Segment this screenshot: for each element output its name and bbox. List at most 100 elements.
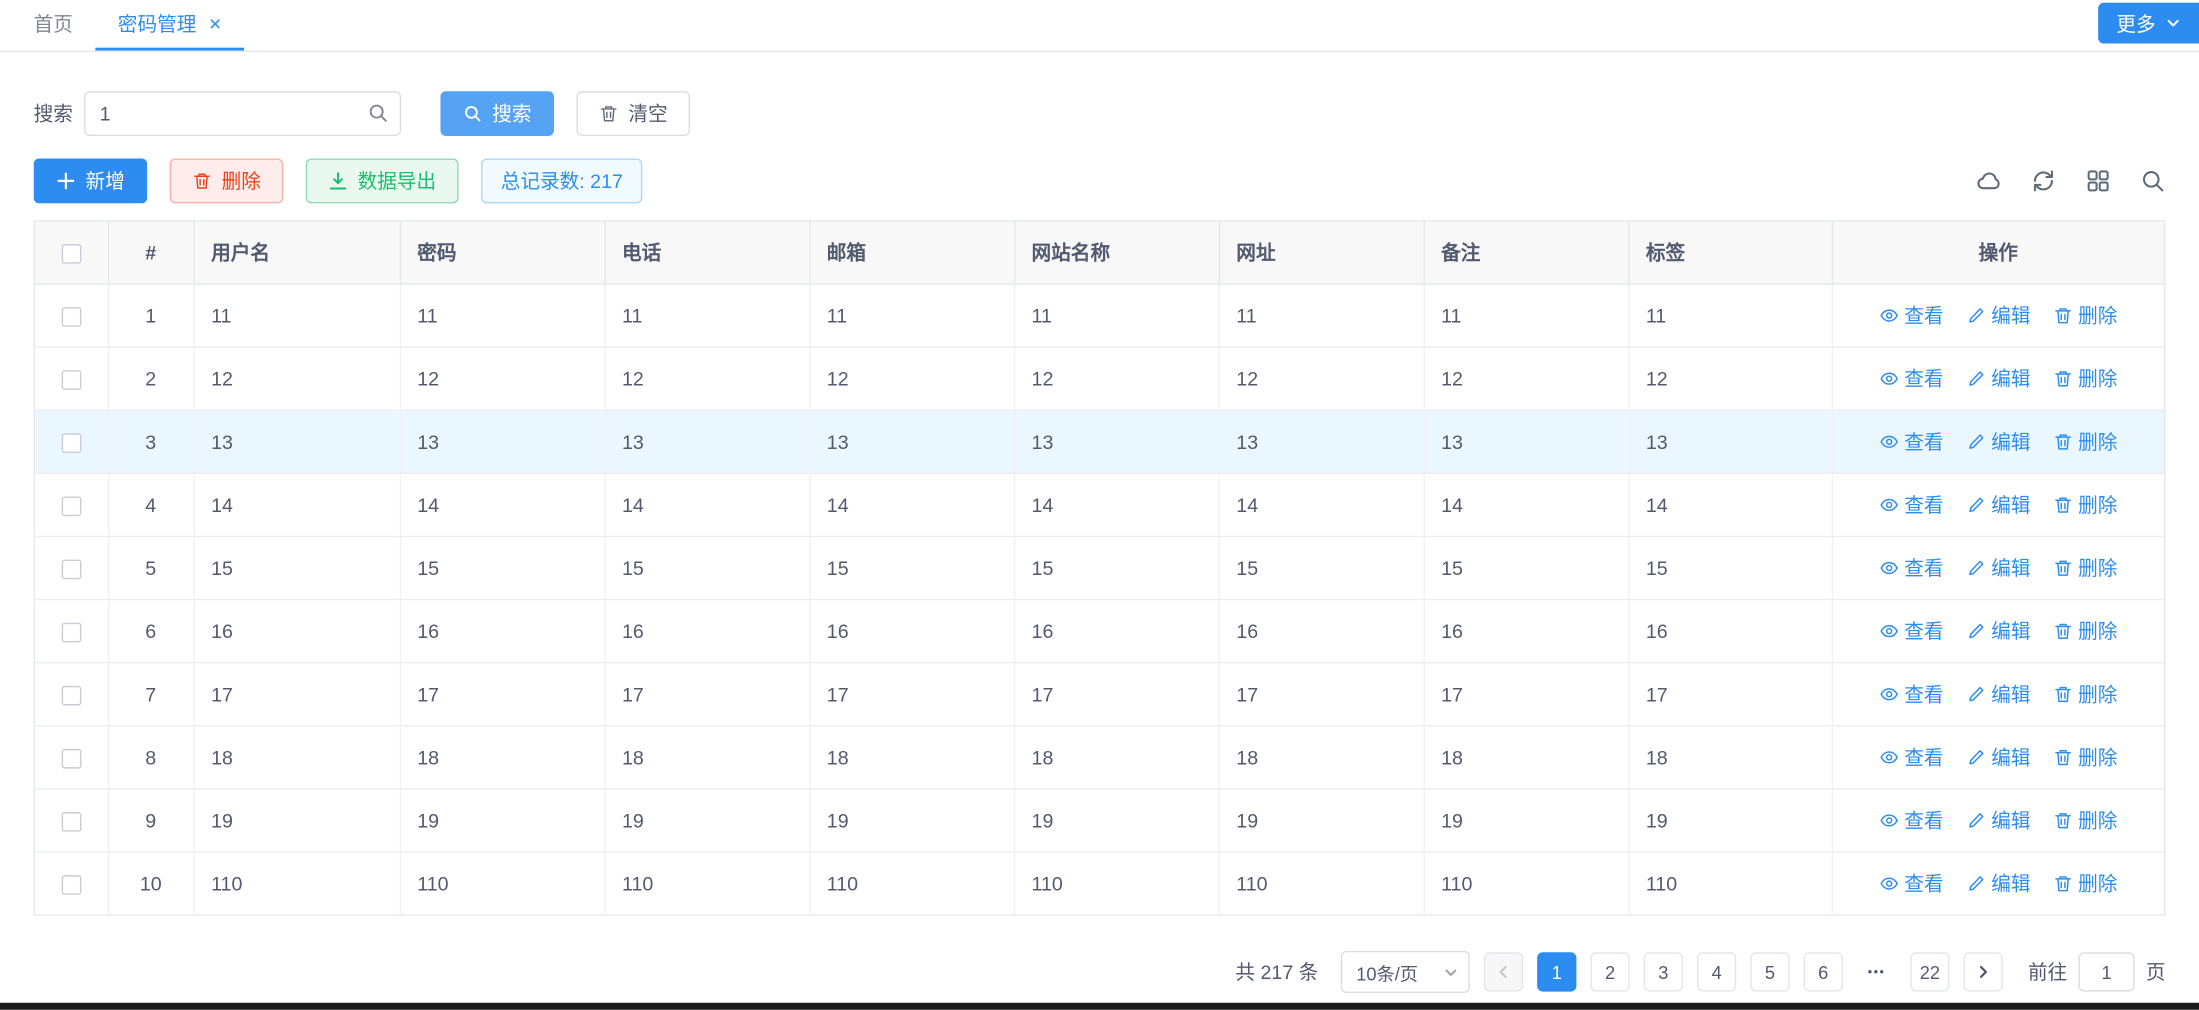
- column-header-sitename: 网站名称: [1014, 222, 1219, 284]
- edit-action[interactable]: 编辑: [1966, 869, 2031, 897]
- trash-icon: [2053, 621, 2073, 641]
- view-action[interactable]: 查看: [1879, 869, 1944, 897]
- pencil-icon: [1966, 368, 1986, 388]
- row-actions: 查看编辑删除: [1849, 553, 2147, 581]
- edit-action[interactable]: 编辑: [1966, 743, 2031, 771]
- eye-icon: [1879, 684, 1899, 704]
- table-cell: 17: [1628, 662, 1831, 725]
- pencil-icon: [1966, 873, 1986, 893]
- view-action[interactable]: 查看: [1879, 616, 1944, 644]
- delete-action[interactable]: 删除: [2053, 553, 2118, 581]
- delete-action[interactable]: 删除: [2053, 364, 2118, 392]
- delete-button[interactable]: 删除: [170, 158, 284, 203]
- table-cell: 18: [1014, 725, 1219, 788]
- select-all-checkbox[interactable]: [61, 244, 81, 264]
- delete-action[interactable]: 删除: [2053, 490, 2118, 518]
- grid-columns-icon[interactable]: [2086, 168, 2111, 193]
- view-action[interactable]: 查看: [1879, 680, 1944, 708]
- magnifier-icon[interactable]: [2140, 168, 2165, 193]
- table-cell: 110: [194, 851, 400, 914]
- table-cell: 11: [1014, 283, 1219, 346]
- clear-button[interactable]: 清空: [576, 91, 690, 136]
- edit-action[interactable]: 编辑: [1966, 553, 2031, 581]
- search-row: 搜索 搜索 清空: [34, 91, 2166, 136]
- table-cell: 15: [1219, 536, 1424, 599]
- search-icon[interactable]: [367, 102, 388, 123]
- chevron-down-icon: [1443, 965, 1458, 980]
- view-action[interactable]: 查看: [1879, 553, 1944, 581]
- prev-page-button[interactable]: [1484, 952, 1523, 991]
- edit-action[interactable]: 编辑: [1966, 680, 2031, 708]
- table-cell: 19: [604, 788, 809, 851]
- row-index: 3: [108, 410, 194, 473]
- row-checkbox[interactable]: [61, 622, 81, 642]
- edit-action[interactable]: 编辑: [1966, 364, 2031, 392]
- row-actions: 查看编辑删除: [1849, 806, 2147, 834]
- goto-page-input[interactable]: [2079, 952, 2135, 991]
- more-button[interactable]: 更多: [2098, 3, 2199, 44]
- delete-action[interactable]: 删除: [2053, 301, 2118, 329]
- view-action[interactable]: 查看: [1879, 490, 1944, 518]
- search-button[interactable]: 搜索: [440, 91, 554, 136]
- cloud-export-icon[interactable]: [1976, 168, 2001, 193]
- row-checkbox[interactable]: [61, 559, 81, 579]
- edit-action[interactable]: 编辑: [1966, 490, 2031, 518]
- page-button[interactable]: 4: [1697, 952, 1736, 991]
- table-row: 11111111111111111查看编辑删除: [35, 283, 2164, 346]
- delete-action[interactable]: 删除: [2053, 869, 2118, 897]
- table-cell: 13: [1628, 410, 1831, 473]
- row-checkbox[interactable]: [61, 748, 81, 768]
- add-button[interactable]: 新增: [34, 158, 148, 203]
- more-button-label: 更多: [2116, 9, 2155, 37]
- search-input[interactable]: [84, 91, 401, 136]
- next-page-button[interactable]: [1964, 952, 2003, 991]
- table-cell: 12: [400, 346, 605, 409]
- delete-action[interactable]: 删除: [2053, 680, 2118, 708]
- eye-icon: [1879, 747, 1899, 767]
- edit-action[interactable]: 编辑: [1966, 301, 2031, 329]
- row-checkbox[interactable]: [61, 307, 81, 327]
- page-size-select[interactable]: 10条/页: [1341, 951, 1470, 993]
- view-action[interactable]: 查看: [1879, 301, 1944, 329]
- tab-close-icon[interactable]: ×: [209, 13, 221, 34]
- table-cell: 11: [1219, 283, 1424, 346]
- delete-action[interactable]: 删除: [2053, 616, 2118, 644]
- edit-action[interactable]: 编辑: [1966, 806, 2031, 834]
- page-button[interactable]: 6: [1804, 952, 1843, 991]
- table-cell: 14: [1219, 473, 1424, 536]
- table-cell: 110: [809, 851, 1014, 914]
- row-checkbox[interactable]: [61, 875, 81, 895]
- tab-password-label: 密码管理: [118, 10, 197, 38]
- edit-action[interactable]: 编辑: [1966, 427, 2031, 455]
- row-index: 9: [108, 788, 194, 851]
- page-button[interactable]: 5: [1750, 952, 1789, 991]
- view-action[interactable]: 查看: [1879, 427, 1944, 455]
- pencil-icon: [1966, 810, 1986, 830]
- page-button[interactable]: 1: [1537, 952, 1576, 991]
- row-checkbox[interactable]: [61, 685, 81, 705]
- delete-action[interactable]: 删除: [2053, 806, 2118, 834]
- delete-action[interactable]: 删除: [2053, 743, 2118, 771]
- row-checkbox[interactable]: [61, 433, 81, 453]
- view-action[interactable]: 查看: [1879, 364, 1944, 392]
- row-index: 6: [108, 599, 194, 662]
- row-checkbox[interactable]: [61, 812, 81, 832]
- delete-action[interactable]: 删除: [2053, 427, 2118, 455]
- edit-action[interactable]: 编辑: [1966, 616, 2031, 644]
- page-ellipsis[interactable]: •••: [1857, 952, 1896, 991]
- pagination: 共 217 条 10条/页 123456•••22 前往 页: [34, 949, 2166, 994]
- column-header-url: 网址: [1219, 222, 1424, 284]
- page-button[interactable]: 3: [1644, 952, 1683, 991]
- tab-home[interactable]: 首页: [11, 0, 95, 50]
- tab-password-management[interactable]: 密码管理 ×: [95, 0, 243, 50]
- refresh-icon[interactable]: [2031, 168, 2056, 193]
- view-action[interactable]: 查看: [1879, 743, 1944, 771]
- search-button-icon: [463, 104, 483, 124]
- export-button[interactable]: 数据导出: [306, 158, 459, 203]
- row-checkbox[interactable]: [61, 370, 81, 390]
- row-checkbox[interactable]: [61, 496, 81, 516]
- page-button[interactable]: 22: [1910, 952, 1949, 991]
- view-action[interactable]: 查看: [1879, 806, 1944, 834]
- page-button[interactable]: 2: [1590, 952, 1629, 991]
- table-cell: 18: [809, 725, 1014, 788]
